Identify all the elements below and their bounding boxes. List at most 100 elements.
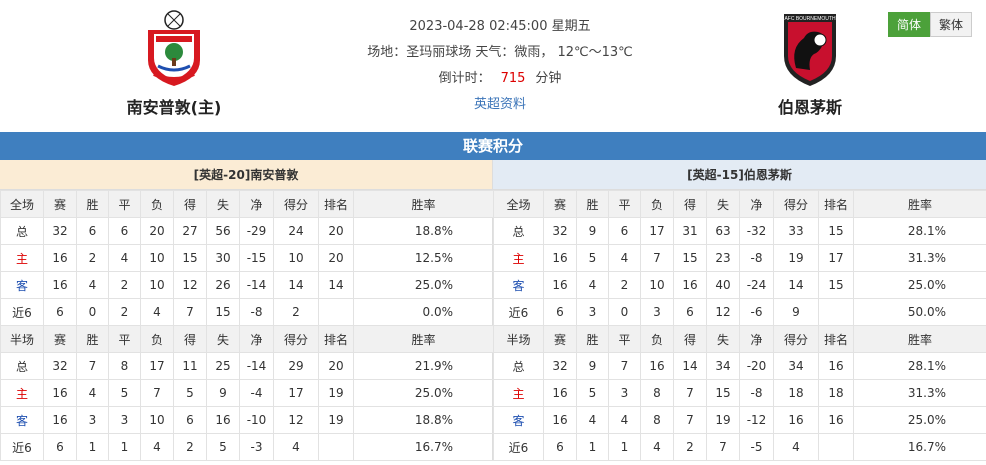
table-cell: 4 (608, 406, 641, 434)
away-standings-title: [英超-15]伯恩茅斯 (493, 160, 986, 190)
away-team-block[interactable]: AFC BOURNEMOUTH 伯恩茅斯 (740, 8, 880, 118)
column-header: 赛 (543, 190, 577, 218)
table-cell: -10 (239, 406, 274, 434)
lang-simplified-button[interactable]: 简体 (887, 12, 930, 37)
table-cell: 18 (818, 379, 854, 407)
table-cell: 32 (543, 352, 577, 380)
away-team-name: 伯恩茅斯 (777, 98, 842, 117)
table-cell: 4 (76, 379, 109, 407)
table-cell: 3 (108, 406, 141, 434)
match-datetime: 2023-04-28 02:45:00 星期五 (409, 19, 591, 34)
table-header-row: 全场赛胜平负得失净得分 排名 胜率 (493, 190, 986, 218)
row-label: 主 (493, 244, 544, 272)
table-cell: 7 (173, 298, 207, 326)
table-cell: 4 (76, 271, 109, 299)
table-cell: 19 (318, 406, 354, 434)
table-cell: 6 (673, 298, 707, 326)
table-cell (818, 298, 854, 326)
table-cell: 8 (640, 406, 674, 434)
match-info: 2023-04-28 02:45:00 星期五 场地：圣玛丽球场 天气：微雨， … (300, 14, 700, 118)
table-cell: 33 (773, 217, 819, 245)
column-header: 排名 (318, 190, 354, 218)
table-cell: 16.7% (853, 433, 986, 461)
row-label: 近6 (493, 298, 544, 326)
table-row: 主 16 5 4 7 15 23 -8 19 17 31.3% (493, 244, 986, 272)
table-cell: 15 (173, 244, 207, 272)
row-label: 近6 (493, 433, 544, 461)
table-cell: 5 (206, 433, 240, 461)
table-cell: 25.0% (353, 271, 494, 299)
table-cell: 16 (43, 406, 77, 434)
table-cell: 2 (76, 244, 109, 272)
table-cell: 12.5% (353, 244, 494, 272)
column-header: 净 (739, 190, 774, 218)
home-team-block[interactable]: 南安普敦(主) (104, 8, 244, 118)
table-cell: -29 (239, 217, 274, 245)
column-header: 负 (140, 325, 174, 353)
table-cell: 2 (108, 298, 141, 326)
table-cell: 16 (818, 406, 854, 434)
table-cell: 29 (273, 352, 319, 380)
table-cell: 0.0% (353, 298, 494, 326)
table-cell: 19 (706, 406, 740, 434)
table-cell: 4 (640, 433, 674, 461)
table-cell: 6 (76, 217, 109, 245)
column-header: 胜率 (353, 325, 494, 353)
table-cell: 6 (543, 433, 577, 461)
column-header: 平 (608, 190, 641, 218)
table-cell: 2 (673, 433, 707, 461)
table-cell: 0 (76, 298, 109, 326)
table-cell: 20 (318, 352, 354, 380)
column-header: 胜 (576, 190, 609, 218)
row-label: 主 (0, 244, 44, 272)
table-cell: 4 (608, 244, 641, 272)
league-info-link[interactable]: 英超资料 (474, 97, 526, 112)
table-cell: 8 (640, 379, 674, 407)
column-header: 负 (640, 190, 674, 218)
table-cell: -4 (239, 379, 274, 407)
table-row: 主 16 2 4 10 15 30 -15 10 20 12.5% (0, 244, 494, 272)
southampton-crest-icon (148, 10, 200, 86)
lang-traditional-button[interactable]: 繁体 (929, 12, 972, 37)
table-cell: 31.3% (853, 244, 986, 272)
home-team-name: 南安普敦(主) (126, 98, 222, 117)
table-cell: 7 (140, 379, 174, 407)
row-label: 总 (493, 217, 544, 245)
column-header: 得分 (273, 190, 319, 218)
table-cell (318, 433, 354, 461)
home-standings-table: 全场赛胜平负得失净得分 排名 胜率总 32 6 6 20 27 56 -29 24 20 18.8% 主 1… (0, 190, 494, 461)
away-standings-table: 全场赛胜平负得失净得分 排名 胜率总 32 9 6 17 31 63 -32 33 15 28.1% 主 1… (493, 190, 986, 461)
table-cell: 18.8% (353, 406, 494, 434)
column-header: 胜率 (853, 190, 986, 218)
table-cell: 4 (140, 298, 174, 326)
table-cell: 16 (43, 244, 77, 272)
svg-text:AFC BOURNEMOUTH: AFC BOURNEMOUTH (784, 16, 836, 22)
table-row: 近6 6 1 1 4 2 5 -3 4 16.7% (0, 433, 494, 461)
column-header: 半场 (493, 325, 544, 353)
table-cell: 34 (706, 352, 740, 380)
table-cell: 16 (818, 352, 854, 380)
table-cell: 31 (673, 217, 707, 245)
away-standings: [英超-15]伯恩茅斯 全场赛胜平负得失净得分 排名 胜率总 32 9 6 17 31 63 -3… (493, 160, 986, 461)
table-row: 总 32 6 6 20 27 56 -29 24 20 18.8% (0, 217, 494, 245)
table-cell: 21.9% (353, 352, 494, 380)
table-cell: 2 (273, 298, 319, 326)
column-header: 排名 (818, 190, 854, 218)
table-cell: 18 (773, 379, 819, 407)
table-cell: 23 (706, 244, 740, 272)
table-cell: 9 (773, 298, 819, 326)
column-header: 胜率 (853, 325, 986, 353)
table-cell: -8 (239, 298, 274, 326)
table-cell: 7 (76, 352, 109, 380)
row-label: 客 (493, 271, 544, 299)
table-cell: 20 (318, 217, 354, 245)
table-cell: 15 (818, 217, 854, 245)
table-cell: 15 (818, 271, 854, 299)
table-cell: 9 (576, 352, 609, 380)
table-cell: 25.0% (353, 379, 494, 407)
table-cell: -5 (739, 433, 774, 461)
table-cell: 6 (173, 406, 207, 434)
column-header: 胜率 (353, 190, 494, 218)
table-cell: 34 (773, 352, 819, 380)
table-cell: -6 (739, 298, 774, 326)
